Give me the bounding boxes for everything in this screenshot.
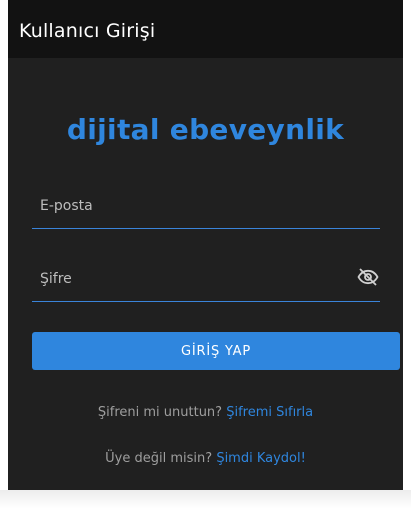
forgot-password-line: Şifreni mi unuttun? Şifremi Sıfırla [8,405,403,420]
password-field[interactable] [38,263,342,295]
brand-logo-text: dijital ebeveynlik [66,113,345,146]
app-screen: Kullanıcı Girişi dijital ebeveynlik GİRİ… [8,0,403,490]
password-field-container [32,261,380,302]
app-bar: Kullanıcı Girişi [8,0,403,58]
app-bar-title: Kullanıcı Girişi [19,20,156,42]
forgot-password-prompt: Şifreni mi unuttun? [97,405,223,420]
eye-off-icon[interactable] [356,265,380,289]
reset-password-link[interactable]: Şifremi Sıfırla [226,405,313,420]
bottom-shadow [0,490,411,509]
email-field-container [32,188,380,229]
email-field[interactable] [38,190,342,222]
register-link[interactable]: Şimdi Kaydol! [216,451,306,466]
login-button[interactable]: GİRİŞ YAP [32,332,400,370]
register-line: Üye değil misin? Şimdi Kaydol! [8,451,403,466]
register-prompt: Üye değil misin? [105,451,213,466]
